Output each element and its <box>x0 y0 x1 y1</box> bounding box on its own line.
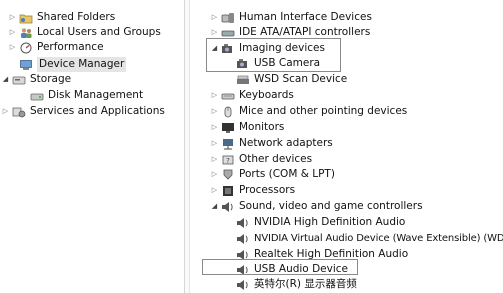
device-intel-display-audio[interactable]: 英特尔(R) 显示器音频 <box>225 277 357 292</box>
device-label: USB Audio Device <box>254 263 348 275</box>
device-label: Network adapters <box>239 137 333 149</box>
expand-arrow-icon[interactable]: ▷ <box>8 10 17 25</box>
tree-item-performance[interactable]: ▷ Performance <box>8 40 104 55</box>
collapse-arrow-icon[interactable]: ◢ <box>210 199 219 214</box>
device-category-other[interactable]: ▷ ? Other devices <box>210 152 312 167</box>
expand-arrow-icon[interactable]: ▷ <box>8 40 17 55</box>
device-usb-camera[interactable]: USB Camera <box>225 56 320 71</box>
speaker-icon <box>237 233 248 244</box>
device-wsd-scan[interactable]: WSD Scan Device <box>225 72 347 87</box>
port-icon <box>223 169 233 180</box>
monitor-icon <box>222 122 234 133</box>
device-category-human-interface[interactable]: ▷ Human Interface Devices <box>210 10 372 25</box>
speaker-icon <box>237 264 248 275</box>
device-label: NVIDIA High Definition Audio <box>254 216 406 228</box>
device-label: NVIDIA Virtual Audio Device (Wave Extens… <box>254 233 503 244</box>
camera-icon <box>237 58 247 68</box>
device-label: Keyboards <box>239 89 294 101</box>
device-category-network[interactable]: ▷ Network adapters <box>210 136 333 151</box>
device-label: Other devices <box>239 153 313 165</box>
expand-arrow-icon[interactable]: ▷ <box>8 25 17 40</box>
tree-item-label: Services and Applications <box>30 105 165 117</box>
device-label: Ports (COM & LPT) <box>239 168 335 180</box>
device-manager-icon <box>20 59 32 70</box>
device-category-mice[interactable]: ▷ Mice and other pointing devices <box>210 104 407 119</box>
device-category-sound[interactable]: ◢ Sound, video and game controllers <box>210 199 423 214</box>
expand-arrow-icon[interactable]: ▷ <box>1 104 10 119</box>
device-nvidia-hd-audio[interactable]: NVIDIA High Definition Audio <box>225 215 405 230</box>
performance-icon <box>20 42 32 53</box>
expand-arrow-icon[interactable]: ▷ <box>210 88 219 103</box>
scanner-icon <box>237 75 249 84</box>
device-label: 英特尔(R) 显示器音频 <box>254 278 357 290</box>
device-label: USB Camera <box>254 57 321 69</box>
expand-arrow-icon[interactable]: ▷ <box>210 120 219 135</box>
device-label: WSD Scan Device <box>254 73 348 85</box>
other-devices-icon: ? <box>222 155 234 165</box>
keyboard-icon <box>221 93 235 99</box>
tree-item-disk-management[interactable]: Disk Management <box>19 88 143 103</box>
device-label: Mice and other pointing devices <box>239 105 408 117</box>
expand-arrow-icon[interactable]: ▷ <box>210 152 219 167</box>
tree-item-label: Shared Folders <box>37 11 116 23</box>
tree-item-label: Storage <box>30 73 72 85</box>
speaker-icon <box>237 279 248 290</box>
device-label: Monitors <box>239 121 285 133</box>
expand-arrow-icon[interactable]: ▷ <box>210 136 219 151</box>
device-nvidia-virtual-audio[interactable]: NVIDIA Virtual Audio Device (Wave Extens… <box>225 231 503 246</box>
expand-arrow-icon[interactable]: ▷ <box>210 183 219 198</box>
device-category-processors[interactable]: ▷ Processors <box>210 183 295 198</box>
device-label: Imaging devices <box>239 42 325 54</box>
tree-item-label: Performance <box>37 41 104 53</box>
tree-item-label: Device Manager <box>37 57 127 72</box>
expand-arrow-icon[interactable]: ▷ <box>210 167 219 182</box>
storage-icon <box>12 76 26 84</box>
expand-arrow-icon[interactable]: ▷ <box>210 25 219 40</box>
device-label: Sound, video and game controllers <box>239 200 423 212</box>
services-icon <box>12 107 26 117</box>
device-label: Processors <box>239 184 296 196</box>
users-icon <box>21 27 32 38</box>
device-label: IDE ATA/ATAPI controllers <box>239 26 371 38</box>
device-category-ports[interactable]: ▷ Ports (COM & LPT) <box>210 167 335 182</box>
device-category-monitors[interactable]: ▷ Monitors <box>210 120 285 135</box>
ide-icon <box>221 30 235 36</box>
shared-folder-icon <box>19 14 33 23</box>
device-category-ide[interactable]: ▷ IDE ATA/ATAPI controllers <box>210 25 371 40</box>
tree-item-shared-folders[interactable]: ▷ Shared Folders <box>8 10 115 25</box>
device-category-keyboards[interactable]: ▷ Keyboards <box>210 88 294 103</box>
console-tree-pane: ▷ Shared Folders ▷ Local Users and Group… <box>0 0 183 293</box>
speaker-icon <box>237 249 248 260</box>
camera-icon <box>222 43 232 53</box>
processor-icon <box>223 185 233 196</box>
collapse-arrow-icon[interactable]: ◢ <box>210 41 219 56</box>
speaker-icon <box>237 217 248 228</box>
hid-icon <box>221 12 234 23</box>
device-label: Human Interface Devices <box>239 11 372 23</box>
tree-item-local-users[interactable]: ▷ Local Users and Groups <box>8 25 161 40</box>
tree-item-services-applications[interactable]: ▷ Services and Applications <box>1 104 165 119</box>
speaker-icon <box>222 201 233 212</box>
mouse-icon <box>224 106 232 117</box>
expand-arrow-icon[interactable]: ▷ <box>210 104 219 119</box>
svg-text:?: ? <box>226 157 230 165</box>
device-usb-audio[interactable]: USB Audio Device <box>225 262 348 277</box>
tree-item-label: Disk Management <box>48 89 144 101</box>
device-tree-pane: ▷ Human Interface Devices ▷ IDE ATA/ATAP… <box>190 0 503 293</box>
tree-item-device-manager[interactable]: Device Manager <box>8 57 127 72</box>
network-icon <box>223 138 233 149</box>
device-realtek-hd-audio[interactable]: Realtek High Definition Audio <box>225 247 408 262</box>
collapse-arrow-icon[interactable]: ◢ <box>1 72 10 87</box>
device-label: Realtek High Definition Audio <box>254 248 409 260</box>
tree-item-storage[interactable]: ◢ Storage <box>1 72 71 87</box>
tree-item-label: Local Users and Groups <box>37 26 161 38</box>
device-category-imaging[interactable]: ◢ Imaging devices <box>210 41 325 56</box>
disk-icon <box>30 93 44 100</box>
expand-arrow-icon[interactable]: ▷ <box>210 10 219 25</box>
